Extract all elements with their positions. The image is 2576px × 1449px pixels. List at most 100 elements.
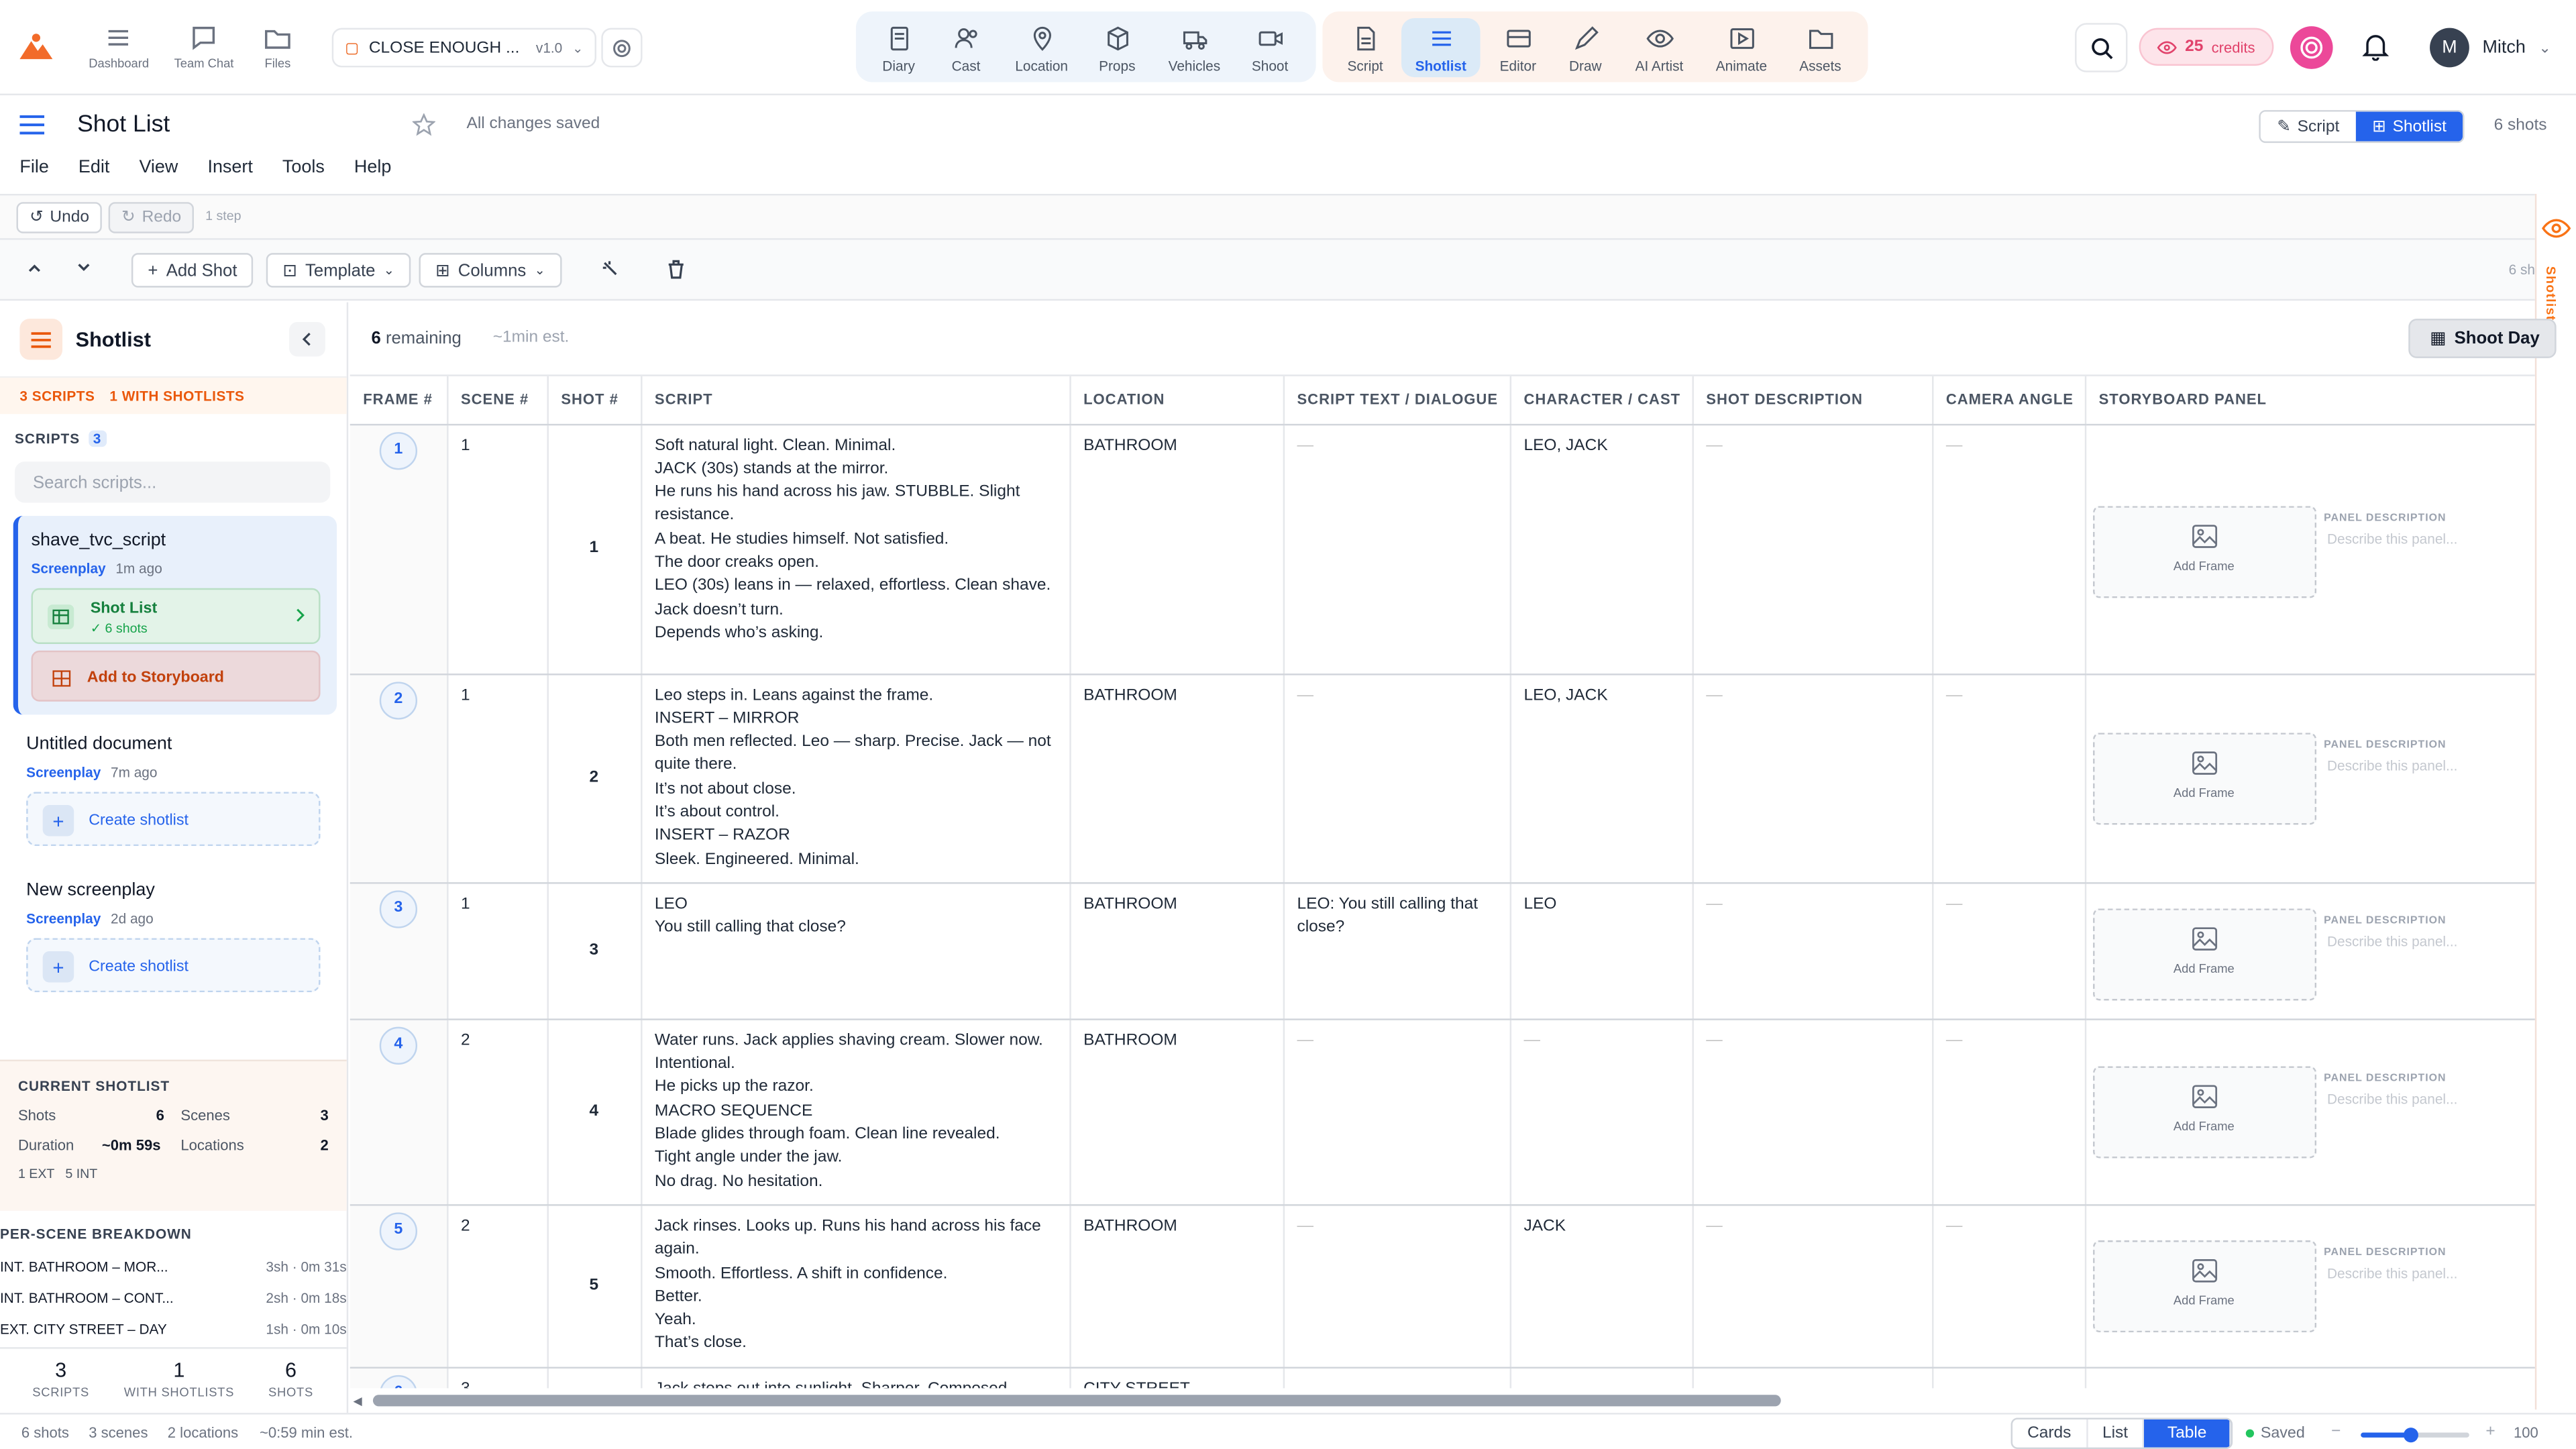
camera-angle-cell[interactable]: — (1932, 883, 2086, 1020)
panel-description-input[interactable]: Describe this panel... (2327, 930, 2457, 953)
add-frame-button[interactable]: Add Frame (2092, 908, 2316, 1001)
global-search-button[interactable] (2075, 23, 2128, 72)
view-table-button[interactable]: Table (2144, 1419, 2232, 1448)
frame-number-badge[interactable]: 6 (379, 1375, 418, 1389)
location-cell[interactable]: BATHROOM (1069, 883, 1284, 1020)
nav-location[interactable]: Location (1002, 25, 1081, 74)
column-header-cast[interactable]: CHARACTER / CAST (1509, 376, 1693, 425)
location-cell[interactable]: CITY STREET (1069, 1367, 1284, 1389)
panel-description-input[interactable]: Describe this panel... (2327, 1087, 2457, 1111)
bell-icon[interactable] (2362, 32, 2389, 61)
dialogue-cell[interactable]: — (1283, 674, 1511, 884)
column-header-frame[interactable]: FRAME # (350, 376, 448, 425)
nav-ai-artist[interactable]: AI Artist (1620, 25, 1699, 74)
frame-number-badge[interactable]: 1 (379, 431, 418, 470)
scroll-left-arrow[interactable]: ◀ (354, 1395, 362, 1408)
nav-team-chat[interactable]: Team Chat (174, 23, 233, 70)
nav-props[interactable]: Props (1078, 25, 1157, 74)
chevron-up-icon[interactable] (26, 260, 42, 276)
scene-cell[interactable]: 3 (447, 1367, 548, 1389)
project-settings-button[interactable] (601, 28, 643, 68)
camera-angle-cell[interactable]: — (1932, 1019, 2086, 1206)
nav-shoot[interactable]: Shoot (1230, 25, 1309, 74)
script-toggle-button[interactable]: ✎ Script (2260, 111, 2356, 142)
script-cell[interactable]: Leo steps in. Leans against the frame. IN… (641, 674, 1071, 884)
undo-button[interactable]: ↺ Undo (16, 202, 103, 233)
camera-angle-cell[interactable]: — (1932, 1367, 2086, 1389)
frame-number-badge[interactable]: 2 (379, 681, 418, 719)
cast-cell[interactable]: — (1509, 1019, 1693, 1206)
panel-description-input[interactable]: Describe this panel... (2327, 753, 2457, 777)
columns-button[interactable]: ⊞ Columns ⌄ (419, 253, 562, 288)
nav-assets[interactable]: Assets (1781, 25, 1860, 74)
scene-cell[interactable]: 2 (447, 1019, 548, 1206)
frame-cell[interactable]: 3 (350, 883, 448, 1020)
menu-tools[interactable]: Tools (272, 158, 334, 191)
column-header-script[interactable]: SCRIPT (641, 376, 1071, 425)
trash-icon[interactable] (667, 260, 685, 279)
cast-cell[interactable]: JACK (1509, 1205, 1693, 1368)
script-cell[interactable]: LEO You still calling that close? (641, 883, 1071, 1020)
nav-animate[interactable]: Animate (1702, 25, 1781, 74)
nav-files[interactable]: Files (263, 23, 292, 70)
dialogue-cell[interactable]: — (1283, 1205, 1511, 1368)
search-scripts-input[interactable] (15, 462, 331, 503)
scene-cell[interactable]: 2 (447, 1205, 548, 1368)
shot-description-cell[interactable]: — (1692, 1019, 1933, 1206)
shot-description-cell[interactable]: — (1692, 674, 1933, 884)
zoom-slider[interactable] (2361, 1428, 2469, 1443)
dialogue-cell[interactable]: — (1283, 1019, 1511, 1206)
shot-number-cell[interactable]: 2 (547, 674, 642, 884)
nav-dashboard[interactable]: Dashboard (89, 23, 149, 70)
table-row[interactable]: 4 2 4 Water runs. Jack applies shaving crea… (350, 1019, 2535, 1206)
table-row[interactable]: 3 1 3 LEO You still calling that close? BATHR… (350, 883, 2535, 1020)
scrollbar-thumb[interactable] (372, 1395, 1781, 1407)
shot-description-cell[interactable]: — (1692, 1367, 1933, 1389)
cast-cell[interactable]: LEO, JACK (1509, 423, 1693, 675)
location-cell[interactable]: BATHROOM (1069, 674, 1284, 884)
location-cell[interactable]: BATHROOM (1069, 1019, 1284, 1206)
table-row[interactable]: 636Jack steps out into sunlight. Sharper… (350, 1367, 2535, 1389)
add-shot-button[interactable]: + Add Shot (131, 253, 254, 288)
column-header-shot[interactable]: SHOT # (547, 376, 642, 425)
add-frame-button[interactable]: Add Frame (2092, 1066, 2316, 1159)
redo-button[interactable]: ↻ Redo (108, 202, 195, 233)
column-header-description[interactable]: SHOT DESCRIPTION (1692, 376, 1933, 425)
scene-cell[interactable]: 1 (447, 423, 548, 675)
cast-cell[interactable]: — (1509, 1367, 1693, 1389)
shot-number-cell[interactable]: 1 (547, 423, 642, 675)
script-cell[interactable]: Jack steps out into sunlight. Sharper. C… (641, 1367, 1071, 1389)
shot-description-cell[interactable]: — (1692, 1205, 1933, 1368)
frame-number-badge[interactable]: 3 (379, 890, 418, 928)
column-header-angle[interactable]: CAMERA ANGLE (1932, 376, 2086, 425)
camera-angle-cell[interactable]: — (1932, 1205, 2086, 1368)
view-list-button[interactable]: List (2088, 1419, 2145, 1448)
dialogue-cell[interactable]: — (1283, 1367, 1511, 1389)
column-header-dialogue[interactable]: SCRIPT TEXT / DIALOGUE (1283, 376, 1511, 425)
location-cell[interactable]: BATHROOM (1069, 1205, 1284, 1368)
menu-insert[interactable]: Insert (198, 158, 263, 191)
magic-wand-icon[interactable] (601, 260, 619, 278)
add-to-storyboard-button[interactable]: Add to Storyboard (31, 650, 321, 702)
add-frame-button[interactable]: Add Frame (2092, 732, 2316, 824)
shot-number-cell[interactable]: 5 (547, 1205, 642, 1368)
shot-number-cell[interactable]: 4 (547, 1019, 642, 1206)
nav-cast[interactable]: Cast (926, 25, 1006, 74)
create-shotlist-button[interactable]: + Create shotlist (26, 792, 321, 847)
frame-cell[interactable]: 5 (350, 1205, 448, 1368)
cast-cell[interactable]: LEO, JACK (1509, 674, 1693, 884)
zoom-in-button[interactable]: + (2485, 1423, 2495, 1441)
shot-description-cell[interactable]: — (1692, 423, 1933, 675)
menu-file[interactable]: File (10, 158, 59, 191)
shot-description-cell[interactable]: — (1692, 883, 1933, 1020)
horizontal-scrollbar[interactable]: ◀ (354, 1390, 2535, 1409)
location-cell[interactable]: BATHROOM (1069, 423, 1284, 675)
column-header-panel[interactable]: STORYBOARD PANEL (2084, 376, 2535, 425)
frame-cell[interactable]: 4 (350, 1019, 448, 1206)
shot-number-cell[interactable]: 3 (547, 883, 642, 1020)
nav-draw[interactable]: Draw (1546, 25, 1625, 74)
scene-cell[interactable]: 1 (447, 674, 548, 884)
script-cell[interactable]: Soft natural light. Clean. Minimal. JACK … (641, 423, 1071, 675)
column-header-location[interactable]: LOCATION (1069, 376, 1284, 425)
credits-badge[interactable]: 25 credits (2139, 28, 2274, 66)
